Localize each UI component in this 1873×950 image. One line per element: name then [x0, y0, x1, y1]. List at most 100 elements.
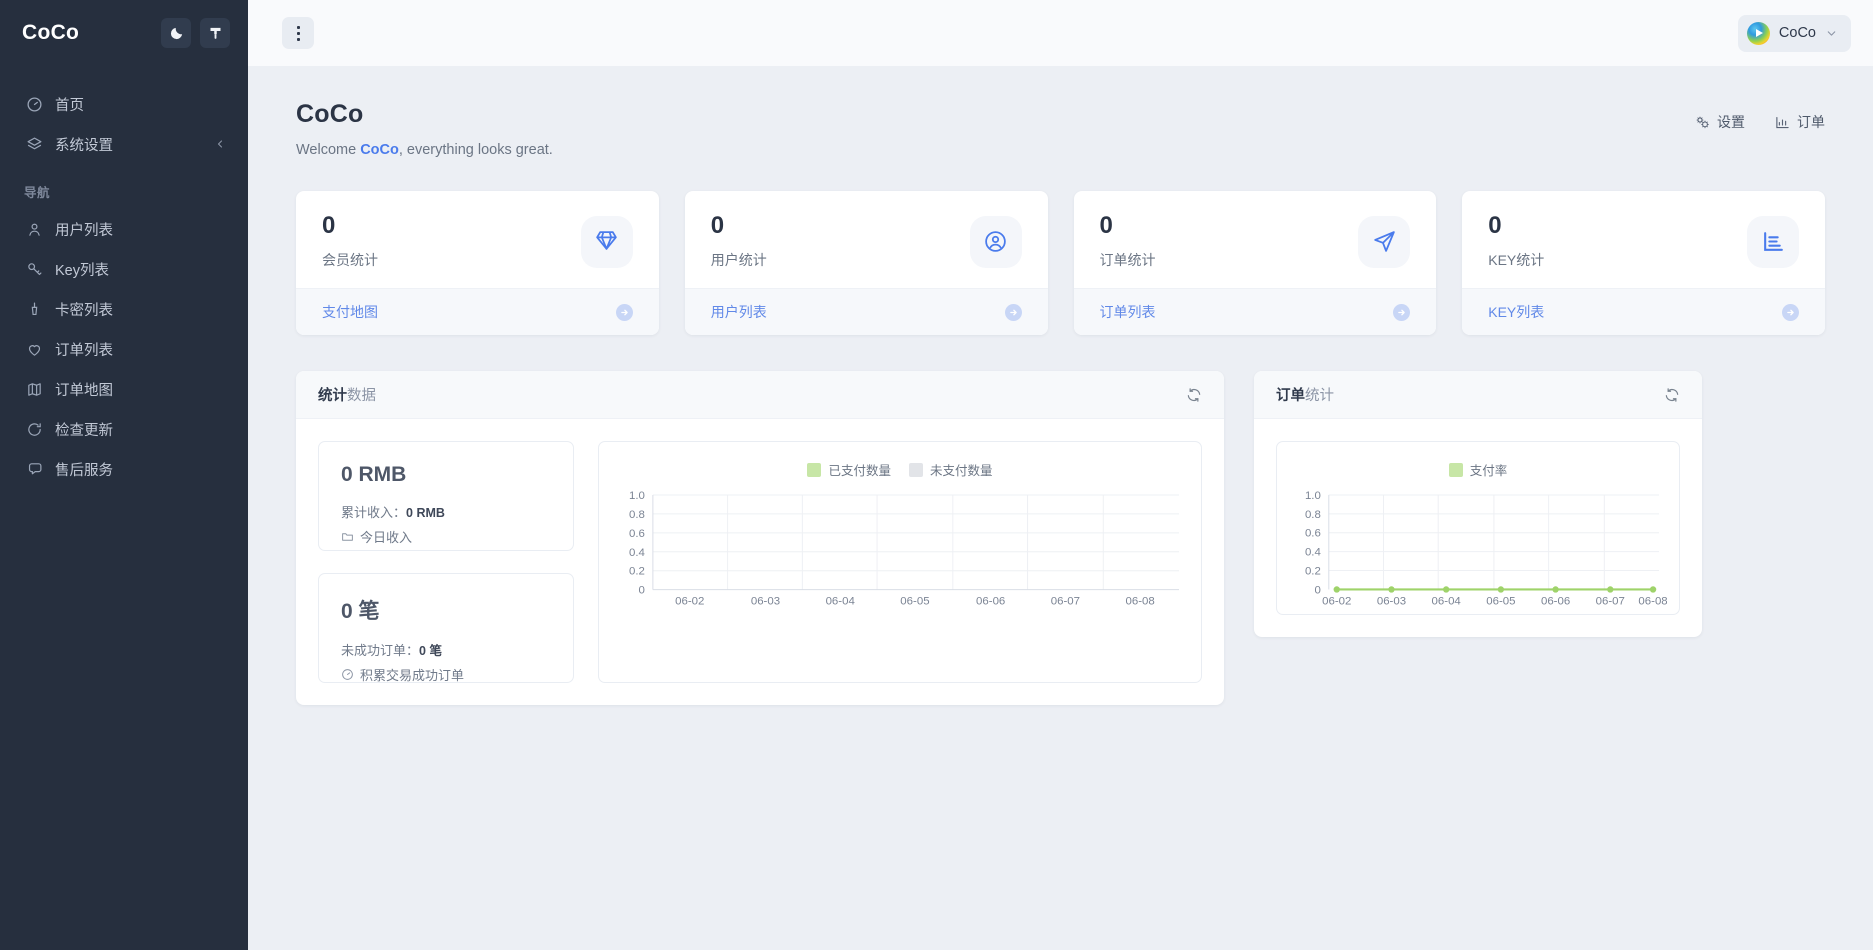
- settings-action-button[interactable]: 设置: [1695, 112, 1745, 132]
- arrow-right-icon: [616, 304, 633, 321]
- stat-link-label: 支付地图: [322, 302, 378, 322]
- data-point: [1552, 586, 1558, 592]
- map-icon: [24, 379, 44, 399]
- x-tick: 06-03: [751, 596, 780, 607]
- sidebar-item-label: 检查更新: [55, 419, 226, 440]
- page-title: CoCo: [296, 100, 553, 129]
- sidebar-item-user-list[interactable]: 用户列表: [0, 209, 248, 249]
- sidebar-item-label: 首页: [55, 94, 226, 115]
- sidebar-item-card-list[interactable]: 卡密列表: [0, 289, 248, 329]
- grid-lines: [1329, 495, 1659, 589]
- x-tick: 06-06: [1541, 595, 1570, 606]
- legend-item-paid[interactable]: 已支付数量: [807, 460, 891, 479]
- legend-label-unpaid: 未支付数量: [930, 460, 993, 479]
- sidebar-item-label: 系统设置: [55, 134, 214, 155]
- main-area: CoCo CoCo Welcome CoCo, everything looks…: [248, 0, 1873, 950]
- sidebar-item-label: 售后服务: [55, 459, 226, 480]
- sidebar-group-title: 导航: [0, 164, 248, 209]
- stat-label: 用户统计: [711, 250, 767, 270]
- data-point: [1607, 586, 1613, 592]
- y-tick: 0: [639, 585, 645, 597]
- panel-row: 统计数据 0 RMB 累计收入：0 RMB: [296, 371, 1825, 745]
- revenue-total-line: 累计收入：0 RMB: [341, 502, 551, 521]
- line-chart-canvas: 1.0 0.8 0.6 0.4 0.2 0: [1289, 487, 1667, 606]
- stat-card-footer[interactable]: 订单列表: [1074, 288, 1437, 335]
- x-tick: 06-05: [1486, 595, 1515, 606]
- revenue-today-label: 今日收入: [360, 527, 412, 546]
- order-rate-line-chart: 支付率 1.0 0.8 0.6 0.4 0.2 0: [1276, 441, 1680, 615]
- arrow-right-icon: [1005, 304, 1022, 321]
- sidebar-item-order-list[interactable]: 订单列表: [0, 329, 248, 369]
- x-tick: 06-07: [1596, 595, 1625, 606]
- folder-icon: [341, 530, 354, 543]
- panel-title-light: 数据: [347, 388, 376, 404]
- stat-card-footer[interactable]: KEY列表: [1462, 288, 1825, 335]
- gauge-icon: [341, 668, 354, 681]
- y-tick: 0.6: [629, 528, 645, 540]
- stat-label: KEY统计: [1488, 250, 1544, 270]
- settings-action-label: 设置: [1717, 112, 1745, 132]
- stat-card-body: 0 用户统计: [685, 191, 1048, 288]
- stat-card-body: 0 KEY统计: [1462, 191, 1825, 288]
- kebab-menu-icon[interactable]: [282, 17, 314, 49]
- data-point: [1650, 586, 1656, 592]
- stat-card-footer[interactable]: 支付地图: [296, 288, 659, 335]
- data-point: [1498, 586, 1504, 592]
- sidebar-item-label: 订单地图: [55, 379, 226, 400]
- app-root: CoCo: [0, 0, 1873, 950]
- page-header: CoCo Welcome CoCo, everything looks grea…: [296, 100, 1825, 158]
- paper-plane-icon: [1358, 216, 1410, 268]
- settings-gear-icon: [1695, 115, 1710, 130]
- stat-label: 订单统计: [1100, 250, 1156, 270]
- panel-title-bold: 订单: [1276, 388, 1305, 404]
- sidebar: CoCo: [0, 0, 248, 950]
- sidebar-item-system-settings[interactable]: 系统设置: [0, 124, 248, 164]
- moon-icon: [169, 26, 184, 41]
- chevron-down-icon: [1825, 27, 1838, 40]
- stat-card-body: 0 订单统计: [1074, 191, 1437, 288]
- theme-brush-button[interactable]: [200, 18, 230, 48]
- sidebar-item-key-list[interactable]: Key列表: [0, 249, 248, 289]
- legend-swatch-paid: [807, 463, 821, 477]
- revenue-total-label: 累计收入：: [341, 505, 406, 520]
- line-chart-legend: 支付率: [1289, 456, 1667, 479]
- sidebar-item-check-update[interactable]: 检查更新: [0, 409, 248, 449]
- y-tick: 0.2: [1305, 566, 1321, 578]
- dark-mode-toggle[interactable]: [161, 18, 191, 48]
- bar-chart-legend: 已支付数量 未支付数量: [611, 456, 1189, 479]
- kebab-dots: [297, 26, 300, 41]
- line-series-payment-rate: [1334, 586, 1657, 592]
- refresh-icon[interactable]: [1664, 387, 1680, 403]
- stat-card-footer[interactable]: 用户列表: [685, 288, 1048, 335]
- stat-card-body: 0 会员统计: [296, 191, 659, 288]
- user-circle-icon: [970, 216, 1022, 268]
- x-tick: 06-07: [1051, 596, 1080, 607]
- sidebar-item-after-sales[interactable]: 售后服务: [0, 449, 248, 489]
- sidebar-item-order-map[interactable]: 订单地图: [0, 369, 248, 409]
- stat-card-orders: 0 订单统计 订单列表: [1074, 191, 1437, 335]
- chevron-left-icon[interactable]: [214, 138, 226, 150]
- refresh-circle-icon: [24, 419, 44, 439]
- sidebar-item-label: 订单列表: [55, 339, 226, 360]
- page-subtitle: Welcome CoCo, everything looks great.: [296, 142, 553, 158]
- refresh-icon[interactable]: [1186, 387, 1202, 403]
- x-axis-ticks: 06-02 06-03 06-04 06-05 06-06 06-07 06-0…: [675, 596, 1155, 607]
- sidebar-item-label: Key列表: [55, 259, 226, 280]
- grid-lines: [653, 495, 1179, 590]
- orders-mini-card: 0 笔 未成功订单：0 笔 积累交易成功订单: [318, 573, 574, 683]
- bar-chart-canvas: 1.0 0.8 0.6 0.4 0.2 0: [611, 487, 1189, 607]
- user-menu[interactable]: CoCo: [1738, 15, 1851, 52]
- x-tick: 06-05: [900, 596, 929, 607]
- stat-card-text: 0 订单统计: [1100, 213, 1156, 269]
- legend-item-unpaid[interactable]: 未支付数量: [909, 460, 993, 479]
- stat-card-users: 0 用户统计 用户列表: [685, 191, 1048, 335]
- sidebar-item-home[interactable]: 首页: [0, 84, 248, 124]
- legend-item-payment-rate[interactable]: 支付率: [1449, 460, 1508, 479]
- heart-icon: [24, 339, 44, 359]
- order-statistics-panel-title: 订单统计: [1276, 384, 1334, 405]
- y-tick: 0.8: [1305, 509, 1321, 521]
- x-tick: 06-02: [675, 596, 704, 607]
- chat-icon: [24, 459, 44, 479]
- stat-card-text: 0 KEY统计: [1488, 213, 1544, 269]
- orders-action-button[interactable]: 订单: [1775, 112, 1825, 132]
